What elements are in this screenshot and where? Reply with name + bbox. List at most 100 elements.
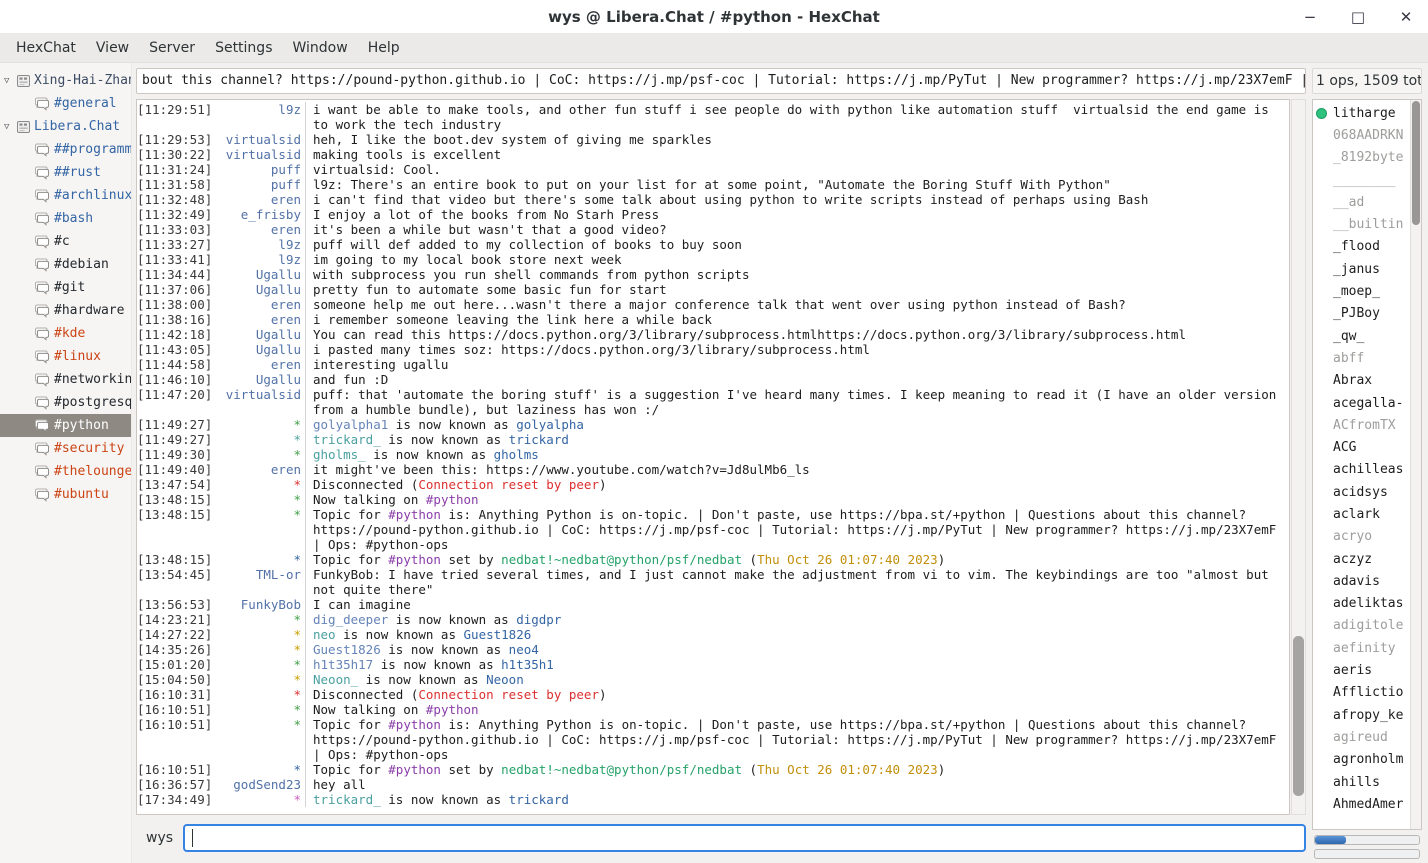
- user-item-adeliktas[interactable]: adeliktas: [1313, 593, 1410, 615]
- user-item-aefinity[interactable]: aefinity: [1313, 637, 1410, 659]
- user-item-adigitole[interactable]: adigitole: [1313, 615, 1410, 637]
- message-text: i remember someone leaving the link here…: [306, 312, 1289, 327]
- userlist-scrollbar-thumb[interactable]: [1412, 101, 1420, 225]
- user-item-moep[interactable]: _moep_: [1313, 280, 1410, 302]
- tree-item-ubuntu[interactable]: #ubuntu: [0, 483, 131, 506]
- menu-server[interactable]: Server: [139, 40, 205, 56]
- minimize-icon[interactable]: −: [1300, 7, 1320, 27]
- tree-item-kde[interactable]: #kde: [0, 322, 131, 345]
- user-item-acegalla[interactable]: acegalla-: [1313, 392, 1410, 414]
- user-nick-label: aeris: [1333, 663, 1372, 678]
- user-item-builtin[interactable]: __builtin: [1313, 213, 1410, 235]
- tree-item-archlinux[interactable]: #archlinux: [0, 184, 131, 207]
- user-item-adavis[interactable]: adavis: [1313, 570, 1410, 592]
- close-icon[interactable]: ✕: [1396, 7, 1416, 27]
- message-segment: ): [599, 687, 607, 702]
- user-item-aczyz[interactable]: aczyz: [1313, 548, 1410, 570]
- message-segment: l9z: There's an entire book to put on yo…: [313, 177, 1111, 192]
- message-segment: heh, I like the boot.dev system of givin…: [313, 132, 712, 147]
- user-status-spacer: [1316, 620, 1327, 631]
- user-item-ahmedamer[interactable]: AhmedAmer: [1313, 793, 1410, 815]
- tree-item-debian[interactable]: #debian: [0, 253, 131, 276]
- tree-item-python[interactable]: #python: [0, 414, 131, 437]
- chat-line-meta: [11:49:40]eren: [137, 462, 306, 477]
- user-item-litharge[interactable]: litharge: [1313, 102, 1410, 124]
- user-item-ahills[interactable]: ahills: [1313, 771, 1410, 793]
- chat-line-meta: [11:49:27]*: [137, 432, 306, 447]
- message-text: i pasted many times soz: https://docs.py…: [306, 342, 1289, 357]
- menu-hexchat[interactable]: HexChat: [6, 40, 86, 56]
- maximize-icon[interactable]: □: [1348, 7, 1368, 27]
- channel-chat-icon: [34, 327, 50, 341]
- tree-item-programming[interactable]: ##programming: [0, 138, 131, 161]
- chat-scrollbar-thumb[interactable]: [1293, 636, 1304, 797]
- tree-expander-icon[interactable]: ▽: [4, 76, 17, 86]
- user-item-agireud[interactable]: agireud: [1313, 726, 1410, 748]
- chat-message-area: [11:29:51]l9zi want be able to make tool…: [136, 99, 1290, 815]
- tree-item-c[interactable]: #c: [0, 230, 131, 253]
- user-status-spacer: [1316, 152, 1327, 163]
- menu-help[interactable]: Help: [358, 40, 410, 56]
- tree-item-bash[interactable]: #bash: [0, 207, 131, 230]
- timestamp: [11:43:05]: [137, 342, 212, 357]
- menu-window[interactable]: Window: [282, 40, 357, 56]
- user-item-pjboy[interactable]: _PJBoy: [1313, 303, 1410, 325]
- tree-item-thelounge[interactable]: #thelounge: [0, 460, 131, 483]
- chat-scrollbar[interactable]: [1291, 99, 1306, 815]
- chat-line: [11:37:06]Ugallupretty fun to automate s…: [137, 282, 1289, 297]
- user-nick-label: acryo: [1333, 529, 1372, 544]
- user-item-acryo[interactable]: acryo: [1313, 526, 1410, 548]
- message-segment: trickard_: [313, 792, 381, 807]
- menu-view[interactable]: View: [86, 40, 139, 56]
- message-input[interactable]: [183, 824, 1306, 852]
- user-nick-label: ________: [1333, 173, 1396, 188]
- tree-expander-icon[interactable]: ▽: [4, 122, 17, 132]
- user-item-aeris[interactable]: aeris: [1313, 659, 1410, 681]
- user-item-abff[interactable]: abff: [1313, 347, 1410, 369]
- userlist-scrollbar[interactable]: [1410, 100, 1421, 829]
- user-item-afflictio[interactable]: Afflictio: [1313, 682, 1410, 704]
- user-item-agronholm[interactable]: agronholm: [1313, 749, 1410, 771]
- message-segment: is now known as: [373, 657, 501, 672]
- chat-line: [11:46:10]Ugalluand fun :D: [137, 372, 1289, 387]
- timestamp: [11:49:30]: [137, 447, 212, 462]
- tree-item-label: #security: [54, 441, 124, 456]
- tree-item-security[interactable]: #security: [0, 437, 131, 460]
- user-nick-label: afropy_ke: [1333, 708, 1403, 723]
- user-item-acidsys[interactable]: acidsys: [1313, 481, 1410, 503]
- chat-line-meta: [11:29:51]l9z: [137, 102, 306, 132]
- message-nick: eren: [215, 357, 301, 372]
- message-segment: (: [742, 762, 757, 777]
- user-item-8192byte[interactable]: _8192byte: [1313, 147, 1410, 169]
- tree-item-networking[interactable]: #networking: [0, 368, 131, 391]
- titlebar[interactable]: wys @ Libera.Chat / #python - HexChat − …: [0, 0, 1428, 33]
- user-item-flood[interactable]: _flood: [1313, 236, 1410, 258]
- chat-line-meta: [13:47:54]*: [137, 477, 306, 492]
- user-item-068aadrkn[interactable]: 068AADRKN: [1313, 124, 1410, 146]
- user-item-abrax[interactable]: Abrax: [1313, 370, 1410, 392]
- user-item-aclark[interactable]: aclark: [1313, 503, 1410, 525]
- topic-bar[interactable]: bout this channel? https://pound-python.…: [136, 68, 1306, 94]
- user-item-[interactable]: ________: [1313, 169, 1410, 191]
- menu-settings[interactable]: Settings: [205, 40, 282, 56]
- tree-item-git[interactable]: #git: [0, 276, 131, 299]
- user-item-qw[interactable]: _qw_: [1313, 325, 1410, 347]
- tree-item-libera-chat[interactable]: ▽Libera.Chat: [0, 115, 131, 138]
- user-item-acg[interactable]: ACG: [1313, 436, 1410, 458]
- user-item-achilleas[interactable]: achilleas: [1313, 459, 1410, 481]
- tree-item-xing-hai-zhan[interactable]: ▽Xing-Hai-Zhan: [0, 69, 131, 92]
- message-segment: Guest1826: [313, 642, 381, 657]
- tree-item-general[interactable]: #general: [0, 92, 131, 115]
- tree-item-linux[interactable]: #linux: [0, 345, 131, 368]
- event-star: *: [215, 552, 301, 567]
- tree-item-hardware[interactable]: #hardware: [0, 299, 131, 322]
- tree-item-rust[interactable]: ##rust: [0, 161, 131, 184]
- user-item-acfromtx[interactable]: ACfromTX: [1313, 414, 1410, 436]
- event-star: *: [215, 657, 301, 672]
- tree-item-postgresql[interactable]: #postgresql: [0, 391, 131, 414]
- message-segment: is now known as: [336, 627, 464, 642]
- user-item-ad[interactable]: __ad: [1313, 191, 1410, 213]
- user-item-afropy-ke[interactable]: afropy_ke: [1313, 704, 1410, 726]
- user-item-janus[interactable]: _janus: [1313, 258, 1410, 280]
- message-text: l9z: There's an entire book to put on yo…: [306, 177, 1289, 192]
